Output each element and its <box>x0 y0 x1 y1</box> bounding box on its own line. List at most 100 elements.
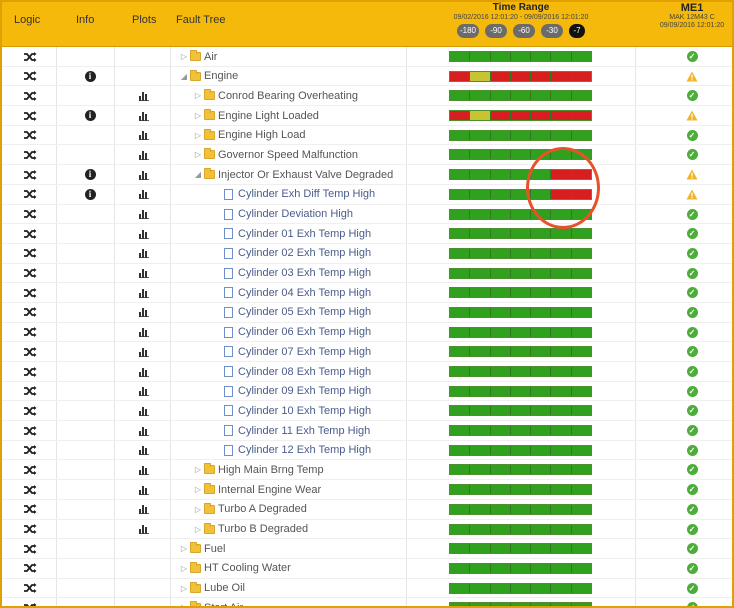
fault-tree-row[interactable]: Cylinder 01 Exh Temp High ✓ <box>2 224 732 244</box>
timeline-segment[interactable] <box>490 524 511 534</box>
caret-right-icon[interactable]: ▷ <box>194 465 202 474</box>
timeline-segment[interactable] <box>490 268 511 278</box>
tree-node[interactable]: ▷ Engine High Load <box>174 126 406 145</box>
timeline-segment[interactable] <box>551 386 572 396</box>
timeline-segment[interactable] <box>490 386 511 396</box>
timeline-segment[interactable] <box>531 465 552 475</box>
logic-column-header[interactable]: Logic <box>14 14 40 26</box>
status-timeline-bar[interactable] <box>449 267 592 279</box>
timeline-segment[interactable] <box>531 288 552 298</box>
timeline-segment[interactable] <box>450 524 471 534</box>
tree-node-label[interactable]: Cylinder 10 Exh Temp High <box>238 405 371 417</box>
status-timeline-bar[interactable] <box>449 543 592 555</box>
bar-chart-icon[interactable] <box>136 500 152 519</box>
timeline-segment[interactable] <box>510 426 532 436</box>
status-timeline-bar[interactable] <box>449 385 592 397</box>
timeline-segment[interactable] <box>450 485 471 495</box>
fault-tree-row[interactable]: Cylinder 10 Exh Temp High ✓ <box>2 401 732 422</box>
timeline-segment[interactable] <box>450 544 471 554</box>
bar-chart-icon[interactable] <box>136 145 152 164</box>
bar-chart-icon[interactable] <box>136 323 152 342</box>
fault-tree-row[interactable]: ▷ Conrod Bearing Overheating ✓ <box>2 86 732 107</box>
fault-tree-row[interactable]: Cylinder 07 Exh Temp High ✓ <box>2 342 732 362</box>
status-timeline-bar[interactable] <box>449 444 592 456</box>
bar-chart-icon[interactable] <box>136 362 152 381</box>
logic-shuffle-icon[interactable] <box>20 283 40 302</box>
timeline-segment[interactable] <box>571 485 591 495</box>
bar-chart-icon[interactable] <box>136 460 152 479</box>
timeline-segment[interactable] <box>531 248 552 258</box>
timeline-segment[interactable] <box>470 524 491 534</box>
time-range-button[interactable]: -90 <box>485 24 507 38</box>
timeline-segment[interactable] <box>571 426 591 436</box>
tree-node-label[interactable]: Internal Engine Wear <box>218 484 321 496</box>
status-timeline-bar[interactable] <box>449 247 592 259</box>
caret-down-icon[interactable]: ◢ <box>180 72 188 81</box>
bar-chart-icon[interactable] <box>136 106 152 125</box>
timeline-segment[interactable] <box>551 524 572 534</box>
tree-node-label[interactable]: Cylinder 04 Exh Temp High <box>238 287 371 299</box>
timeline-segment[interactable] <box>450 288 471 298</box>
timeline-segment[interactable] <box>551 465 572 475</box>
tree-node-label[interactable]: Cylinder 11 Exh Temp High <box>238 425 370 437</box>
info-icon[interactable]: i <box>80 67 100 86</box>
timeline-segment[interactable] <box>551 583 572 593</box>
status-timeline-bar[interactable] <box>449 405 592 417</box>
tree-node[interactable]: Cylinder 01 Exh Temp High <box>174 224 406 243</box>
timeline-segment[interactable] <box>470 229 491 239</box>
timeline-segment[interactable] <box>490 465 511 475</box>
timeline-segment[interactable] <box>490 426 511 436</box>
logic-shuffle-icon[interactable] <box>20 145 40 164</box>
timeline-segment[interactable] <box>450 386 471 396</box>
tree-node[interactable]: Cylinder 03 Exh Temp High <box>174 264 406 283</box>
timeline-segment[interactable] <box>510 583 532 593</box>
timeline-segment[interactable] <box>531 426 552 436</box>
fault-tree-row[interactable]: i Cylinder Exh Diff Temp High <box>2 185 732 205</box>
timeline-segment[interactable] <box>551 248 572 258</box>
timeline-segment[interactable] <box>510 327 532 337</box>
timeline-segment[interactable] <box>551 406 572 416</box>
timeline-segment[interactable] <box>490 52 511 61</box>
caret-right-icon[interactable]: ▷ <box>194 150 202 159</box>
tree-node[interactable]: ▷ Governor Speed Malfunction <box>174 145 406 164</box>
fault-tree-row[interactable]: Cylinder 02 Exh Temp High ✓ <box>2 244 732 264</box>
timeline-segment[interactable] <box>571 524 591 534</box>
timeline-segment[interactable] <box>490 209 511 219</box>
timeline-segment[interactable] <box>571 268 591 278</box>
timeline-segment[interactable] <box>490 248 511 258</box>
timeline-segment[interactable] <box>510 288 532 298</box>
caret-right-icon[interactable]: ▷ <box>194 91 202 100</box>
timeline-segment[interactable] <box>510 465 532 475</box>
timeline-segment[interactable] <box>531 71 552 81</box>
logic-shuffle-icon[interactable] <box>20 86 40 105</box>
timeline-segment[interactable] <box>450 445 471 455</box>
plots-column-header[interactable]: Plots <box>132 14 156 26</box>
fault-tree-row[interactable]: Cylinder 04 Exh Temp High ✓ <box>2 283 732 303</box>
timeline-segment[interactable] <box>551 288 572 298</box>
timeline-segment[interactable] <box>510 229 532 239</box>
tree-node-label[interactable]: Cylinder 09 Exh Temp High <box>238 385 371 397</box>
logic-shuffle-icon[interactable] <box>20 539 40 558</box>
status-timeline-bar[interactable] <box>449 129 592 141</box>
status-timeline-bar[interactable] <box>449 562 592 574</box>
tree-node-label[interactable]: Fuel <box>204 543 225 555</box>
timeline-segment[interactable] <box>531 445 552 455</box>
timeline-segment[interactable] <box>571 445 591 455</box>
fault-tree-column-header[interactable]: Fault Tree <box>176 14 226 26</box>
bar-chart-icon[interactable] <box>136 303 152 322</box>
timeline-segment[interactable] <box>470 111 491 121</box>
caret-right-icon[interactable]: ▷ <box>194 131 202 140</box>
timeline-segment[interactable] <box>531 52 552 61</box>
caret-down-icon[interactable]: ◢ <box>194 170 202 179</box>
timeline-segment[interactable] <box>510 524 532 534</box>
caret-right-icon[interactable]: ▷ <box>180 584 188 593</box>
timeline-segment[interactable] <box>531 367 552 376</box>
tree-node-label[interactable]: Cylinder 02 Exh Temp High <box>238 247 371 259</box>
info-icon[interactable]: i <box>80 185 100 204</box>
timeline-segment[interactable] <box>450 327 471 337</box>
timeline-segment[interactable] <box>571 130 591 140</box>
tree-node-label[interactable]: Cylinder 03 Exh Temp High <box>238 267 371 279</box>
timeline-segment[interactable] <box>510 91 532 101</box>
fault-tree-row[interactable]: ▷ Governor Speed Malfunction ✓ <box>2 145 732 166</box>
timeline-segment[interactable] <box>510 71 532 81</box>
